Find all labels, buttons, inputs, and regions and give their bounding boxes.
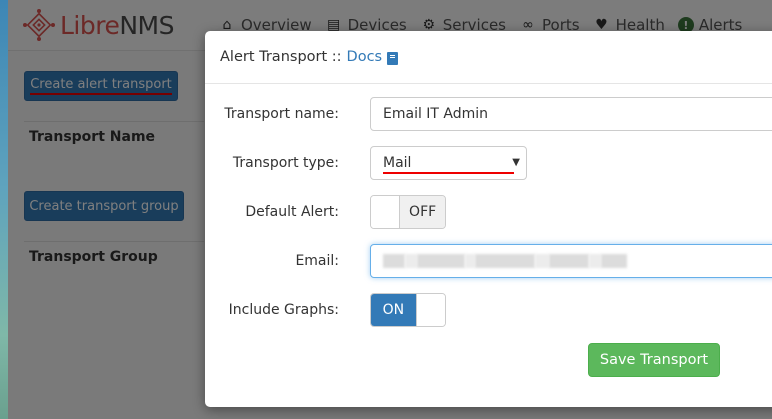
transport-name-value: Email IT Admin [383,106,489,122]
save-transport-label: Save Transport [599,352,709,368]
transport-name-label: Transport name: [224,106,339,122]
toggle-handle [415,294,445,326]
toggle-on-state: ON [371,294,416,326]
book-icon[interactable] [387,52,399,65]
email-label: Email: [295,253,339,269]
default-alert-label: Default Alert: [245,204,339,220]
transport-type-label: Transport type: [232,155,339,171]
transport-name-label-wrap: Transport name: [205,106,339,126]
transport-type-label-wrap: Transport type: [205,155,339,175]
save-transport-button[interactable]: Save Transport [588,343,720,377]
toggle-handle [371,196,401,228]
include-graphs-label-wrap: Include Graphs: [205,302,339,322]
default-alert-label-wrap: Default Alert: [205,204,339,224]
email-input[interactable] [370,244,772,278]
include-graphs-toggle[interactable]: ON [370,293,446,327]
email-label-wrap: Email: [205,253,339,273]
modal-header: Alert Transport :: Docs [205,31,772,84]
default-alert-toggle[interactable]: OFF [370,195,446,229]
redacted-email-value [383,254,627,268]
toggle-off-state: OFF [400,196,445,228]
chevron-down-icon: ▼ [512,157,520,168]
docs-link[interactable]: Docs [347,49,383,65]
include-graphs-label: Include Graphs: [228,302,339,318]
alert-transport-modal: Alert Transport :: Docs Transport name: … [205,31,772,407]
modal-title: Alert Transport :: [220,49,342,65]
desktop-background [0,0,8,419]
transport-type-value: Mail [383,154,514,174]
transport-name-input[interactable]: Email IT Admin [370,97,772,131]
transport-type-select[interactable]: Mail ▼ [370,146,527,180]
